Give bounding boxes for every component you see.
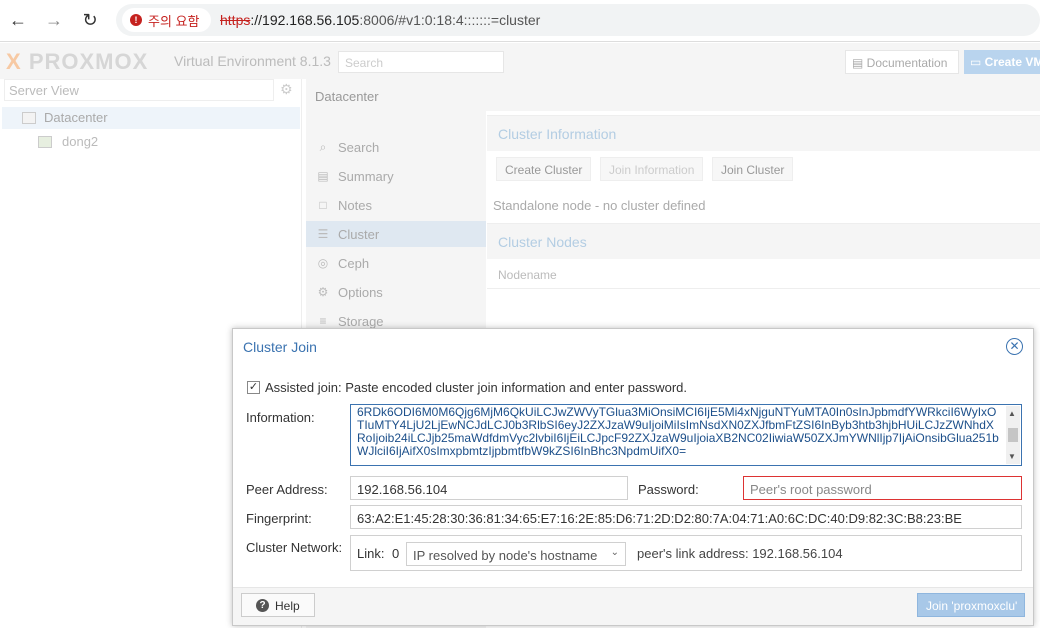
menu-item-summary[interactable]: ▤ Summary bbox=[306, 163, 486, 189]
url-host: ://192.168.56.105 bbox=[250, 12, 360, 28]
join-button[interactable]: Join 'proxmoxclu' bbox=[917, 593, 1025, 617]
cluster-nodes-header: Cluster Nodes bbox=[487, 223, 1040, 259]
fingerprint-field[interactable]: 63:A2:E1:45:28:30:36:81:34:65:E7:16:2E:8… bbox=[350, 505, 1022, 529]
cluster-network-label: Cluster Network: bbox=[246, 540, 343, 555]
book-icon: ▤ bbox=[317, 169, 329, 183]
cluster-network-box: Link: 0 IP resolved by node's hostname ⌄… bbox=[350, 535, 1022, 571]
notes-icon: □ bbox=[319, 198, 327, 212]
url-text[interactable]: https://192.168.56.105:8006/#v1:0:18:4::… bbox=[220, 12, 540, 28]
address-bar[interactable]: ! 주의 요함 https://192.168.56.105:8006/#v1:… bbox=[116, 4, 1040, 36]
nodename-column-header[interactable]: Nodename bbox=[487, 261, 1040, 289]
menu-label: Ceph bbox=[338, 256, 370, 271]
menu-item-notes[interactable]: □ Notes bbox=[306, 192, 486, 218]
information-label: Information: bbox=[246, 410, 315, 425]
cluster-join-dialog: Cluster Join ✕ ✓ Assisted join: Paste en… bbox=[232, 328, 1034, 626]
url-rest: :8006/#v1:0:18:4:::::::=cluster bbox=[359, 12, 541, 28]
menu-label: Search bbox=[338, 140, 380, 155]
app-topbar: X PROXMOX Virtual Environment 8.1.3 Sear… bbox=[0, 43, 1040, 79]
assisted-join-checkbox-row[interactable]: ✓ Assisted join: Paste encoded cluster j… bbox=[247, 380, 687, 395]
database-icon: ≡ bbox=[319, 314, 327, 328]
version-label: Virtual Environment 8.1.3 bbox=[174, 53, 331, 69]
information-scrollbar[interactable]: ▲ ▼ bbox=[1006, 406, 1020, 464]
close-icon[interactable]: ✕ bbox=[1006, 338, 1023, 355]
browser-toolbar: ← → ↻ ! 주의 요함 https://192.168.56.105:800… bbox=[0, 0, 1040, 42]
gear-icon[interactable]: ⚙ bbox=[280, 81, 293, 98]
information-value: 6RDk6ODI6M0M6Qjg6MjM6QkUiLCJwZWVyTGlua3M… bbox=[357, 405, 999, 458]
view-selector[interactable]: Server View bbox=[4, 79, 274, 101]
scroll-up-icon[interactable]: ▲ bbox=[1008, 407, 1016, 420]
gear-icon: ⚙ bbox=[317, 285, 329, 299]
warning-icon: ! bbox=[130, 14, 142, 26]
link-number: 0 bbox=[392, 546, 400, 561]
global-search-input[interactable]: Search bbox=[338, 51, 504, 73]
join-information-button[interactable]: Join Information bbox=[600, 157, 704, 181]
password-label: Password: bbox=[638, 482, 699, 497]
logo-text: PROXMOX bbox=[28, 49, 149, 74]
information-textarea[interactable]: 6RDk6ODI6M0M6Qjg6MjM6QkUiLCJwZWVyTGlua3M… bbox=[350, 404, 1022, 466]
menu-item-options[interactable]: ⚙ Options bbox=[306, 279, 486, 305]
menu-label: Cluster bbox=[338, 227, 380, 242]
chevron-down-icon: ⌄ bbox=[610, 547, 619, 558]
menu-item-ceph[interactable]: ◎ Ceph bbox=[306, 250, 486, 276]
help-icon: ? bbox=[256, 599, 269, 612]
forward-icon[interactable]: → bbox=[42, 8, 66, 32]
back-icon[interactable]: ← bbox=[6, 8, 30, 32]
documentation-button[interactable]: ▤ Documentation bbox=[845, 50, 959, 74]
menu-item-cluster[interactable]: ☰ Cluster bbox=[306, 221, 486, 247]
dialog-title: Cluster Join bbox=[243, 339, 317, 355]
reload-icon[interactable]: ↻ bbox=[78, 8, 102, 32]
menu-label: Storage bbox=[338, 314, 384, 329]
tree-item-label: dong2 bbox=[62, 134, 99, 149]
create-cluster-button[interactable]: Create Cluster bbox=[496, 157, 592, 181]
datacenter-icon bbox=[22, 112, 36, 124]
node-icon bbox=[38, 136, 52, 148]
ceph-icon: ◎ bbox=[317, 256, 329, 270]
dialog-footer: ? Help Join 'proxmoxclu' bbox=[233, 587, 1033, 625]
url-scheme: https bbox=[220, 12, 251, 28]
peer-link-address: peer's link address: 192.168.56.104 bbox=[637, 546, 843, 561]
peer-address-field[interactable]: 192.168.56.104 bbox=[350, 476, 628, 500]
menu-label: Summary bbox=[338, 169, 394, 184]
menu-label: Notes bbox=[338, 198, 372, 213]
breadcrumb: Datacenter bbox=[306, 79, 1040, 111]
scroll-down-icon[interactable]: ▼ bbox=[1008, 450, 1016, 463]
tree-item-node[interactable]: dong2 bbox=[2, 131, 300, 153]
cluster-info-header: Cluster Information bbox=[487, 115, 1040, 151]
link-label: Link: bbox=[357, 546, 385, 561]
assisted-join-label: Assisted join: Paste encoded cluster joi… bbox=[265, 380, 688, 395]
password-field[interactable]: Peer's root password bbox=[743, 476, 1022, 500]
tree-item-datacenter[interactable]: Datacenter bbox=[2, 107, 300, 129]
menu-label: Options bbox=[338, 285, 383, 300]
link-select-value: IP resolved by node's hostname bbox=[413, 548, 598, 563]
search-icon: ⌕ bbox=[319, 140, 327, 154]
security-warning-chip[interactable]: ! 주의 요함 bbox=[122, 8, 212, 32]
help-button[interactable]: ? Help bbox=[241, 593, 315, 617]
warning-label: 주의 요함 bbox=[148, 13, 200, 29]
menu-item-search[interactable]: ⌕ Search bbox=[306, 134, 486, 160]
server-icon: ☰ bbox=[317, 227, 329, 241]
tree-item-label: Datacenter bbox=[44, 110, 108, 125]
link-address-select[interactable]: IP resolved by node's hostname ⌄ bbox=[406, 542, 626, 566]
assisted-join-checkbox[interactable]: ✓ bbox=[247, 381, 260, 394]
proxmox-logo: X PROXMOX bbox=[6, 49, 149, 74]
scroll-thumb[interactable] bbox=[1008, 428, 1018, 442]
create-vm-button[interactable]: ▭ Create VM bbox=[964, 50, 1040, 74]
join-cluster-button[interactable]: Join Cluster bbox=[712, 157, 794, 181]
peer-address-label: Peer Address: bbox=[246, 482, 328, 497]
documentation-label: Documentation bbox=[866, 56, 948, 70]
create-vm-label: Create VM bbox=[984, 55, 1040, 69]
standalone-status: Standalone node - no cluster defined bbox=[493, 198, 706, 213]
fingerprint-label: Fingerprint: bbox=[246, 511, 312, 526]
help-label: Help bbox=[275, 599, 300, 613]
